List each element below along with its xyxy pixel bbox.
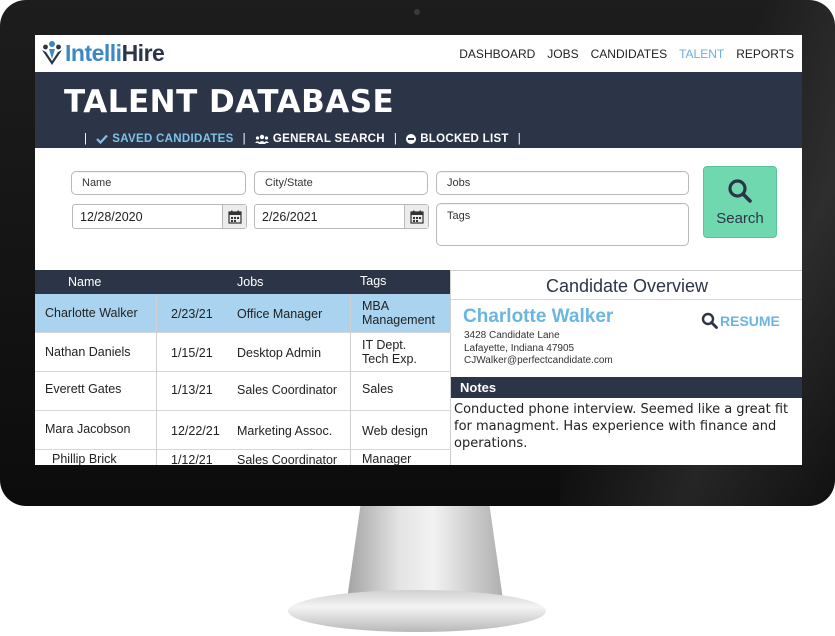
jobs-input[interactable]: Jobs	[436, 171, 689, 195]
notes-header: Notes	[451, 377, 802, 398]
app-screen: IntelliHire DASHBOARD JOBS CANDIDATES TA…	[35, 35, 802, 465]
table-row[interactable]: Nathan Daniels 1/15/21 Desktop Admin IT …	[35, 333, 450, 372]
camera-dot	[414, 9, 420, 15]
date-from-field[interactable]: 12/28/2020	[72, 204, 247, 229]
overview-title: Candidate Overview	[451, 270, 802, 300]
calendar-icon[interactable]	[404, 205, 428, 228]
col-header-jobs[interactable]: Jobs	[237, 275, 263, 289]
tab-general-search-label: GENERAL SEARCH	[272, 133, 385, 145]
row-job: Sales Coordinator	[237, 453, 338, 465]
row-name: Nathan Daniels	[45, 345, 131, 359]
row-tag: IT Dept.	[362, 338, 407, 352]
top-navbar: IntelliHire DASHBOARD JOBS CANDIDATES TA…	[35, 35, 802, 72]
resume-label: RESUME	[720, 312, 780, 329]
name-input[interactable]: Name	[71, 171, 246, 195]
users-icon	[254, 134, 269, 144]
row-tags: MBA Management	[362, 299, 448, 327]
table-header: Name Jobs Tags	[35, 270, 450, 294]
row-date: 1/12/21	[171, 453, 213, 465]
tab-saved-candidates-label: SAVED CANDIDATES	[112, 133, 234, 145]
row-date: 2/23/21	[171, 307, 213, 321]
monitor-stand-neck	[346, 506, 504, 601]
date-to-field[interactable]: 2/26/2021	[254, 204, 429, 229]
table-row[interactable]: Mara Jacobson 12/22/21 Marketing Assoc. …	[35, 411, 450, 450]
tab-general-search[interactable]: GENERAL SEARCH	[254, 133, 385, 145]
col-header-name[interactable]: Name	[68, 275, 101, 289]
address-line2: Lafayette, Indiana 47905	[464, 342, 575, 354]
tab-blocked-list[interactable]: BLOCKED LIST	[406, 133, 509, 145]
resume-button[interactable]: RESUME	[701, 312, 780, 329]
talent-subnav: | SAVED CANDIDATES | GENERAL SEARCH | BL…	[75, 133, 530, 145]
column-divider	[156, 294, 157, 465]
nav-talent[interactable]: TALENT	[679, 47, 724, 61]
subnav-separator: |	[84, 133, 88, 145]
monitor-stand-base	[288, 590, 546, 632]
city-state-input[interactable]: City/State	[254, 171, 428, 195]
search-button-label: Search	[716, 209, 764, 227]
magnifier-icon	[701, 312, 718, 329]
column-divider	[350, 294, 351, 465]
nav-dashboard[interactable]: DASHBOARD	[459, 47, 535, 61]
nav-candidates[interactable]: CANDIDATES	[591, 47, 667, 61]
calendar-icon[interactable]	[222, 205, 246, 228]
table-row[interactable]: Everett Gates 1/13/21 Sales Coordinator …	[35, 372, 450, 411]
row-tag: Sales	[362, 382, 394, 396]
date-from-value: 12/28/2020	[80, 209, 143, 224]
row-job: Marketing Assoc.	[237, 424, 333, 438]
row-job: Desktop Admin	[237, 346, 322, 360]
subnav-separator: |	[242, 133, 246, 145]
candidate-overview-panel: Candidate Overview Charlotte Walker 3428…	[450, 270, 802, 465]
row-tag: MBA	[362, 299, 390, 313]
row-tag: Tech Exp.	[362, 352, 417, 366]
subnav-separator: |	[517, 133, 522, 145]
address-line1: 3428 Candidate Lane	[464, 330, 560, 341]
row-job: Office Manager	[237, 307, 323, 321]
row-job: Sales Coordinator	[237, 383, 338, 397]
tab-blocked-list-label: BLOCKED LIST	[420, 133, 509, 145]
row-tag: Web design	[362, 424, 428, 438]
logo-people-icon	[42, 41, 62, 65]
table-row[interactable]: Phillip Brick 1/12/21 Sales Coordinator …	[35, 450, 450, 465]
intellihire-logo[interactable]: IntelliHire	[41, 39, 165, 67]
tags-input[interactable]: Tags	[436, 203, 689, 246]
table-row[interactable]: Charlotte Walker 2/23/21 Office Manager …	[35, 294, 450, 333]
subnav-separator: |	[393, 133, 398, 145]
candidate-name: Charlotte Walker	[463, 306, 614, 327]
row-name: Everett Gates	[45, 382, 122, 396]
nav-jobs[interactable]: JOBS	[547, 47, 578, 61]
row-date: 1/15/21	[171, 346, 213, 360]
main-nav: DASHBOARD JOBS CANDIDATES TALENT REPORTS	[459, 47, 794, 61]
block-icon	[406, 134, 417, 144]
tab-saved-candidates[interactable]: SAVED CANDIDATES	[96, 133, 233, 145]
page-banner: TALENT DATABASE | SAVED CANDIDATES | GEN…	[35, 72, 802, 148]
row-name: Charlotte Walker	[45, 306, 138, 320]
logo-wordmark: IntelliHire	[65, 39, 165, 66]
row-tag: Management	[362, 313, 435, 327]
page-title: TALENT DATABASE	[64, 84, 395, 120]
search-button[interactable]: Search	[703, 166, 777, 238]
candidate-table: Name Jobs Tags Charlotte Walker 2/23/21 …	[35, 270, 450, 465]
col-header-tags[interactable]: Tags	[360, 274, 386, 288]
row-name: Phillip Brick	[52, 452, 117, 465]
row-date: 12/22/21	[171, 424, 220, 438]
search-form: Name City/State Jobs 12/28/2020 2/26/202…	[35, 148, 802, 270]
row-tag: Manager	[362, 452, 412, 465]
check-icon	[96, 134, 109, 144]
nav-reports[interactable]: REPORTS	[736, 47, 794, 61]
date-to-value: 2/26/2021	[262, 209, 318, 224]
row-name: Mara Jacobson	[45, 422, 131, 436]
notes-text: Conducted phone interview. Seemed like a…	[454, 402, 789, 451]
search-icon	[728, 178, 752, 203]
row-date: 1/13/21	[171, 383, 213, 397]
row-tags: IT Dept. Tech Exp.	[362, 338, 448, 366]
candidate-contact: 3428 Candidate Lane Lafayette, Indiana 4…	[464, 330, 613, 368]
candidate-email[interactable]: CJWalker@perfectcandidate.com	[464, 355, 613, 368]
